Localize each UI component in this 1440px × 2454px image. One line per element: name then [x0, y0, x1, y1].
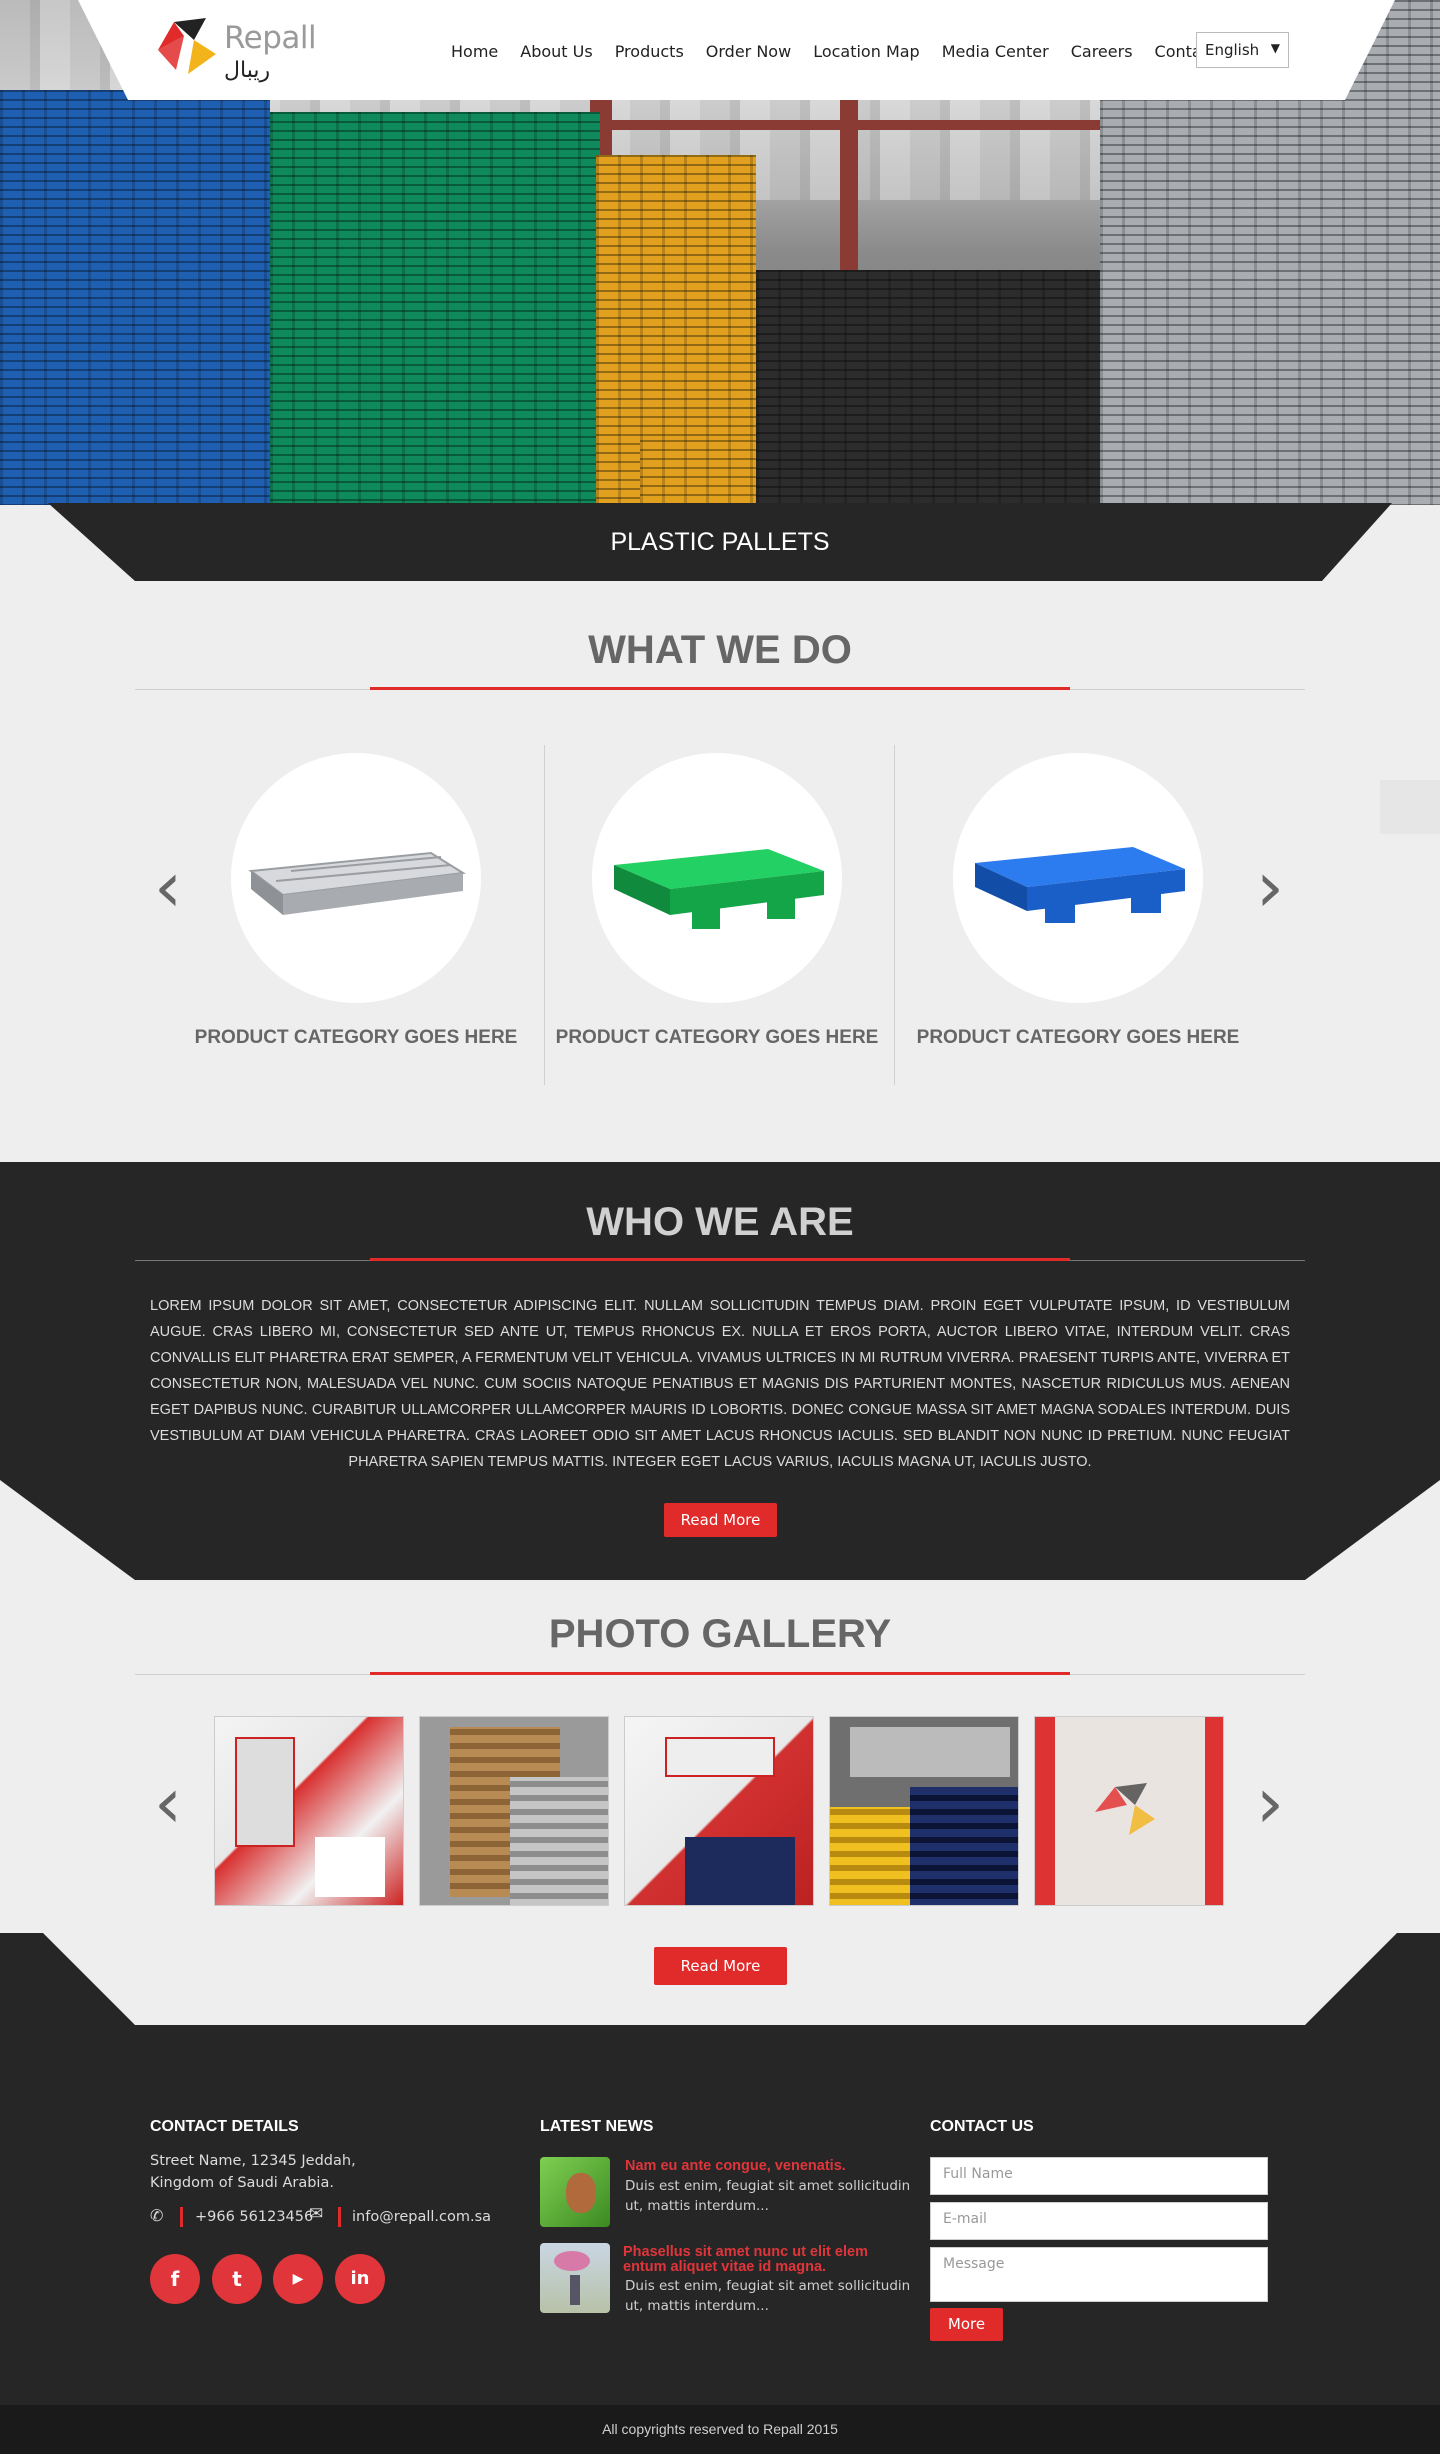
photo-gallery-title: PHOTO GALLERY: [548, 1612, 892, 1656]
nav-products[interactable]: Products: [604, 38, 695, 65]
language-value: English: [1205, 41, 1260, 59]
message-field[interactable]: Message: [930, 2247, 1268, 2302]
copyright: All copyrights reserved to Repall 2015: [0, 2405, 1440, 2454]
nav-location-map[interactable]: Location Map: [802, 38, 931, 65]
contact-phone: +966 56123456: [195, 2209, 314, 2225]
pallet-green-image: [614, 849, 824, 929]
news-title[interactable]: Nam eu ante congue, venenatis.: [625, 2158, 846, 2174]
language-select[interactable]: English ▼: [1196, 32, 1289, 68]
nav-order-now[interactable]: Order Now: [695, 38, 802, 65]
logo-icon: [158, 18, 216, 74]
main-nav: Home About Us Products Order Now Locatio…: [440, 38, 1253, 65]
news-body-line: ut, mattis interdum...: [625, 2198, 769, 2214]
nav-about-us[interactable]: About Us: [509, 38, 603, 65]
side-feedback-tab[interactable]: [1380, 780, 1440, 834]
gallery-photo[interactable]: [829, 1716, 1019, 1906]
product-image-circle: [953, 753, 1203, 1003]
who-read-more-button[interactable]: Read More: [664, 1503, 777, 1537]
pallet-blue-image: [975, 847, 1185, 923]
phone-icon: ✆: [150, 2208, 164, 2225]
address-line-1: Street Name, 12345 Jeddah,: [150, 2153, 356, 2169]
dropdown-arrow-icon: ▼: [1270, 41, 1280, 55]
hero-banner-title: PLASTIC PALLETS: [610, 528, 830, 556]
steel-beam: [560, 120, 1100, 130]
product-category-name: PRODUCT CATEGORY GOES HERE: [555, 1027, 879, 1048]
logo-sign-image: [1095, 1783, 1155, 1835]
pallet-stack-blue: [0, 90, 270, 505]
product-card[interactable]: PRODUCT CATEGORY GOES HERE: [898, 745, 1258, 1085]
twitter-icon[interactable]: t: [212, 2254, 262, 2304]
title-divider-accent: [370, 687, 1070, 690]
contact-email[interactable]: info@repall.com.sa: [352, 2206, 491, 2228]
news-thumbnail[interactable]: [540, 2157, 610, 2227]
product-category-name: PRODUCT CATEGORY GOES HERE: [916, 1027, 1240, 1048]
latest-news-title: LATEST NEWS: [540, 2118, 654, 2135]
site-header: Repall ريبال Home About Us Products Orde…: [0, 0, 1440, 100]
full-name-field[interactable]: Full Name: [930, 2157, 1268, 2195]
gallery-photo[interactable]: [419, 1716, 609, 1906]
facebook-icon[interactable]: f: [150, 2254, 200, 2304]
news-title[interactable]: entum aliquet vitae id magna.: [623, 2259, 826, 2275]
contact-separator: [180, 2207, 183, 2227]
gallery-prev-arrow-icon[interactable]: ‹: [146, 1768, 190, 1838]
email-field[interactable]: E-mail: [930, 2202, 1268, 2240]
gallery-next-arrow-icon[interactable]: ›: [1248, 1768, 1292, 1838]
news-body-line: Duis est enim, feugiat sit amet sollicit…: [625, 2178, 911, 2194]
pallet-grey-image: [248, 851, 466, 915]
product-card[interactable]: PRODUCT CATEGORY GOES HERE: [176, 745, 536, 1085]
title-divider-accent: [370, 1672, 1070, 1675]
pallet-stack-black: [756, 270, 1116, 505]
who-we-are-body: Lorem ipsum dolor sit amet, consectetur …: [150, 1298, 1290, 1470]
product-card[interactable]: PRODUCT CATEGORY GOES HERE: [537, 745, 897, 1085]
linkedin-icon[interactable]: in: [335, 2254, 385, 2304]
contact-details-title: CONTACT DETAILS: [150, 2118, 299, 2135]
mail-icon: ✉: [309, 2204, 324, 2223]
product-category-name: PRODUCT CATEGORY GOES HERE: [194, 1027, 518, 1048]
title-divider-accent: [370, 1258, 1070, 1261]
logo-text: Repall: [224, 20, 317, 56]
what-we-do-title: WHAT WE DO: [588, 628, 852, 672]
pallet-stack-green: [270, 112, 600, 505]
gallery-read-more-button[interactable]: Read More: [654, 1947, 787, 1985]
news-thumbnail[interactable]: [540, 2243, 610, 2313]
logo-arabic-text: ريبال: [224, 58, 271, 83]
nav-media-center[interactable]: Media Center: [931, 38, 1060, 65]
gallery-photo[interactable]: [1034, 1716, 1224, 1906]
contact-more-button[interactable]: More: [930, 2308, 1003, 2341]
logo[interactable]: Repall ريبال: [148, 14, 318, 86]
product-image-circle: [231, 753, 481, 1003]
address-line-2: Kingdom of Saudi Arabia.: [150, 2175, 334, 2191]
youtube-icon[interactable]: ▶: [273, 2254, 323, 2304]
nav-home[interactable]: Home: [440, 38, 509, 65]
product-separator: [894, 745, 895, 1085]
who-we-are-title: WHO WE ARE: [586, 1200, 854, 1244]
news-body-line: ut, mattis interdum...: [625, 2298, 769, 2314]
news-body-line: Duis est enim, feugiat sit amet sollicit…: [625, 2278, 911, 2294]
contact-separator: [338, 2207, 341, 2227]
gallery-photo[interactable]: [624, 1716, 814, 1906]
news-title[interactable]: Phasellus sit amet nunc ut elit elem: [623, 2244, 868, 2260]
contact-us-title: CONTACT US: [930, 2118, 1034, 2135]
gallery-photo[interactable]: [214, 1716, 404, 1906]
nav-careers[interactable]: Careers: [1060, 38, 1144, 65]
product-image-circle: [592, 753, 842, 1003]
